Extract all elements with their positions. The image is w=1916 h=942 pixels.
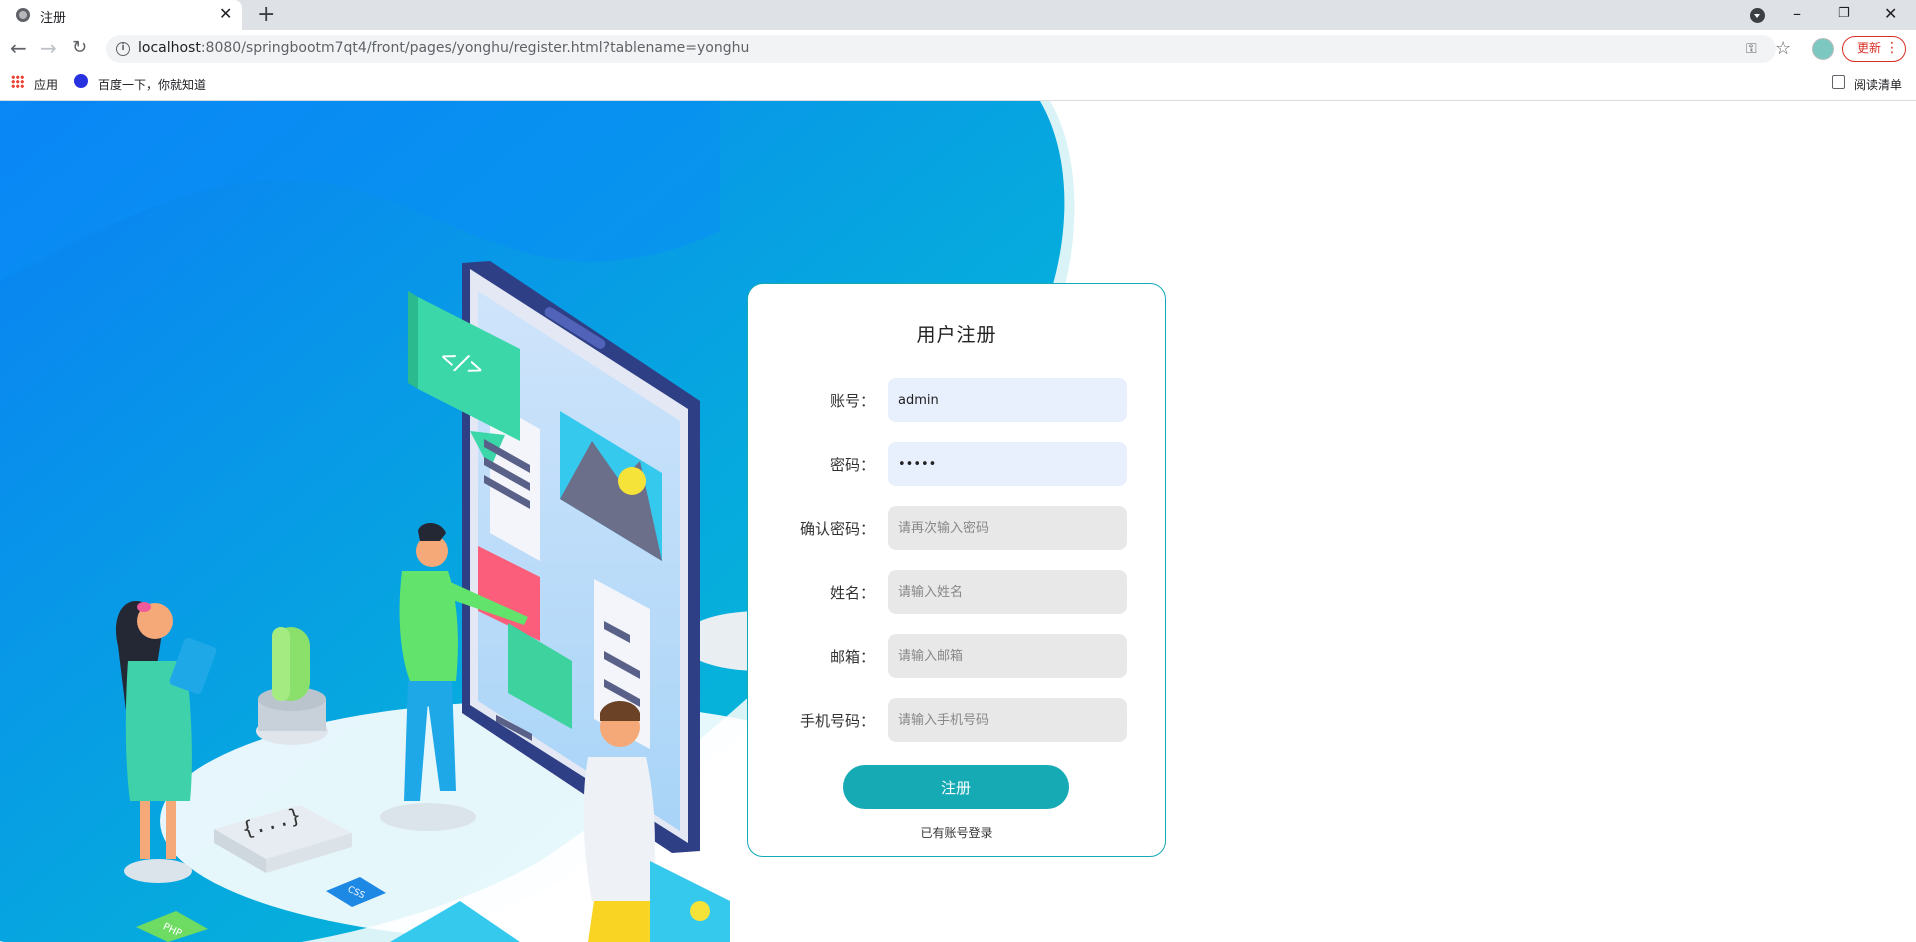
reading-list[interactable]: 阅读清单 <box>1854 76 1902 93</box>
info-icon[interactable]: i <box>116 42 130 56</box>
name-input[interactable] <box>888 570 1127 614</box>
star-icon[interactable]: ☆ <box>1775 38 1791 59</box>
tab-search-icon[interactable] <box>1750 8 1765 23</box>
browser-toolbar: ← → ↻ i localhost:8080/springbootm7qt4/f… <box>0 30 1916 68</box>
register-button[interactable]: 注册 <box>843 765 1069 809</box>
url-host: localhost <box>138 40 201 56</box>
tab-strip: 注册 ✕ + – ❐ ✕ <box>0 0 1916 30</box>
avatar[interactable] <box>1812 38 1834 60</box>
register-card: 用户注册 账号： 密码： 确认密码： 姓名： 邮箱： 手机号码： 注册 已有账号… <box>747 283 1166 857</box>
confirm-password-label: 确认密码： <box>799 520 875 538</box>
phone-label: 手机号码： <box>799 712 875 730</box>
email-label: 邮箱： <box>829 648 875 666</box>
account-label: 账号： <box>829 392 875 410</box>
login-link[interactable]: 已有账号登录 <box>748 824 1165 841</box>
back-icon[interactable]: ← <box>10 38 27 58</box>
bookmark-baidu[interactable]: 百度一下，你就知道 <box>98 76 206 93</box>
password-label: 密码： <box>829 456 875 474</box>
email-input[interactable] <box>888 634 1127 678</box>
update-button[interactable]: 更新 ⋮ <box>1842 36 1906 62</box>
forward-icon[interactable]: → <box>40 38 57 58</box>
reload-icon[interactable]: ↻ <box>72 38 87 58</box>
name-label: 姓名： <box>829 584 875 602</box>
globe-icon <box>16 8 30 22</box>
new-tab-icon[interactable]: + <box>257 2 275 28</box>
browser-tab[interactable]: 注册 ✕ <box>0 0 242 30</box>
close-tab-icon[interactable]: ✕ <box>219 5 232 23</box>
form-title: 用户注册 <box>916 324 997 346</box>
update-label: 更新 <box>1857 41 1882 55</box>
account-input[interactable] <box>888 378 1127 422</box>
minimize-icon[interactable]: – <box>1793 2 1801 26</box>
url-path: :8080/springbootm7qt4/front/pages/yonghu… <box>200 40 750 56</box>
phone-input[interactable] <box>888 698 1127 742</box>
bookmarks-bar: 应用 百度一下，你就知道 阅读清单 <box>0 68 1916 101</box>
window-close-icon[interactable]: ✕ <box>1884 2 1897 26</box>
key-icon[interactable]: ⚿ <box>1746 41 1757 57</box>
reading-list-icon[interactable] <box>1832 75 1845 89</box>
address-bar[interactable]: i localhost:8080/springbootm7qt4/front/p… <box>106 35 1776 63</box>
restore-icon[interactable]: ❐ <box>1838 2 1850 26</box>
baidu-icon[interactable] <box>74 74 88 88</box>
password-input[interactable] <box>888 442 1127 486</box>
menu-dots-icon: ⋮ <box>1885 40 1899 56</box>
apps-icon[interactable] <box>11 75 24 88</box>
url-text[interactable]: localhost:8080/springbootm7qt4/front/pag… <box>138 40 749 56</box>
page-content: </> {...} CSS PHP 用户注册 账号： admin 密码： •••… <box>0 101 1916 942</box>
confirm-password-input[interactable] <box>888 506 1127 550</box>
tab-title: 注册 <box>40 11 67 26</box>
bookmark-apps[interactable]: 应用 <box>34 76 58 93</box>
